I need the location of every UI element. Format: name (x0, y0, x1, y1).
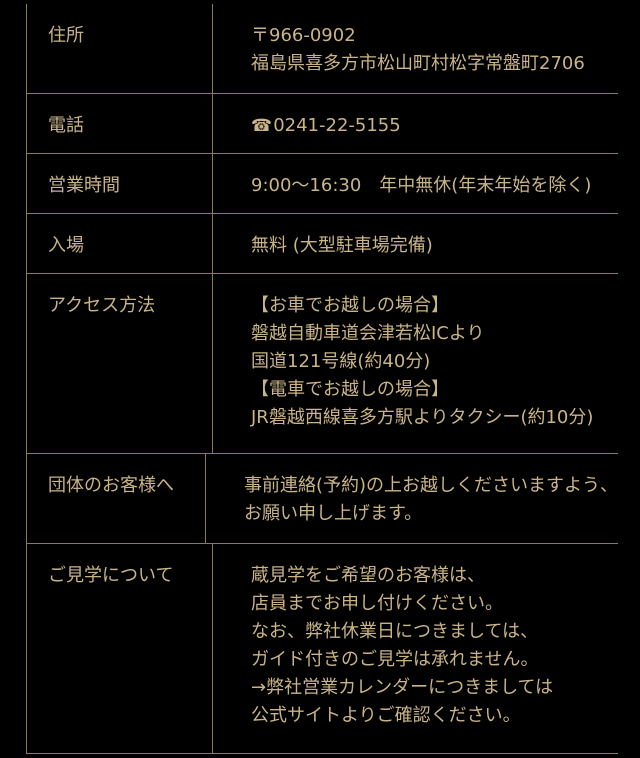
value-group: 事前連絡(予約)の上お越しくださいますよう、 お願い申し上げます。 (206, 454, 618, 543)
label-access: アクセス方法 (27, 274, 213, 453)
hours-text: 9:00〜16:30 年中無休(年末年始を除く) (251, 175, 592, 196)
value-phone[interactable]: ☎0241-22-5155 (213, 94, 618, 153)
label-phone: 電話 (27, 94, 213, 153)
row-hours: 営業時間 9:00〜16:30 年中無休(年末年始を除く) (27, 154, 618, 214)
row-entry: 入場 無料 (大型駐車場完備) (27, 214, 618, 274)
tour-line: 蔵見学をご希望のお客様は、 (251, 565, 485, 586)
value-hours: 9:00〜16:30 年中無休(年末年始を除く) (213, 154, 618, 213)
phone-icon: ☎ (251, 116, 273, 136)
access-line: JR磐越西線喜多方駅よりタクシー(約10分) (251, 407, 594, 428)
group-line: 事前連絡(予約)の上お越しくださいますよう、 (243, 475, 618, 496)
label-address: 住所 (27, 4, 213, 93)
access-line: 国道121号線(約40分) (251, 351, 431, 372)
tour-line: ガイド付きのご見学は承れません。 (251, 649, 539, 670)
row-phone: 電話 ☎0241-22-5155 (27, 94, 618, 154)
tour-line: 公式サイトよりご確認ください。 (251, 705, 521, 726)
tour-line: なお、弊社休業日につきましては、 (251, 621, 539, 642)
info-table: 住所 〒966-0902 福島県喜多方市松山町村松字常盤町2706 電話 ☎02… (26, 4, 618, 754)
phone-number[interactable]: 0241-22-5155 (273, 115, 401, 136)
entry-text: 無料 (大型駐車場完備) (251, 235, 433, 256)
value-entry: 無料 (大型駐車場完備) (213, 214, 618, 273)
tour-line: 店員までお申し付けください。 (251, 593, 503, 614)
value-access: 【お車でお越しの場合】 磐越自動車道会津若松ICより 国道121号線(約40分)… (213, 274, 618, 453)
row-group: 団体のお客様へ 事前連絡(予約)の上お越しくださいますよう、 お願い申し上げます… (27, 454, 618, 544)
row-address: 住所 〒966-0902 福島県喜多方市松山町村松字常盤町2706 (27, 4, 618, 94)
label-entry: 入場 (27, 214, 213, 273)
tour-line: →弊社営業カレンダーにつきましては (251, 677, 554, 698)
access-line: 磐越自動車道会津若松ICより (251, 323, 485, 344)
value-address: 〒966-0902 福島県喜多方市松山町村松字常盤町2706 (213, 4, 618, 93)
label-tour: ご見学について (27, 544, 213, 753)
address-line: 福島県喜多方市松山町村松字常盤町2706 (251, 53, 585, 74)
value-tour: 蔵見学をご希望のお客様は、 店員までお申し付けください。 なお、弊社休業日につき… (213, 544, 618, 753)
label-group: 団体のお客様へ (27, 454, 206, 543)
postal-code: 〒966-0902 (251, 25, 356, 46)
row-tour: ご見学について 蔵見学をご希望のお客様は、 店員までお申し付けください。 なお、… (27, 544, 618, 754)
access-line: 【お車でお越しの場合】 (251, 295, 449, 316)
access-line: 【電車でお越しの場合】 (251, 379, 449, 400)
group-line: お願い申し上げます。 (243, 503, 423, 524)
row-access: アクセス方法 【お車でお越しの場合】 磐越自動車道会津若松ICより 国道121号… (27, 274, 618, 454)
label-hours: 営業時間 (27, 154, 213, 213)
